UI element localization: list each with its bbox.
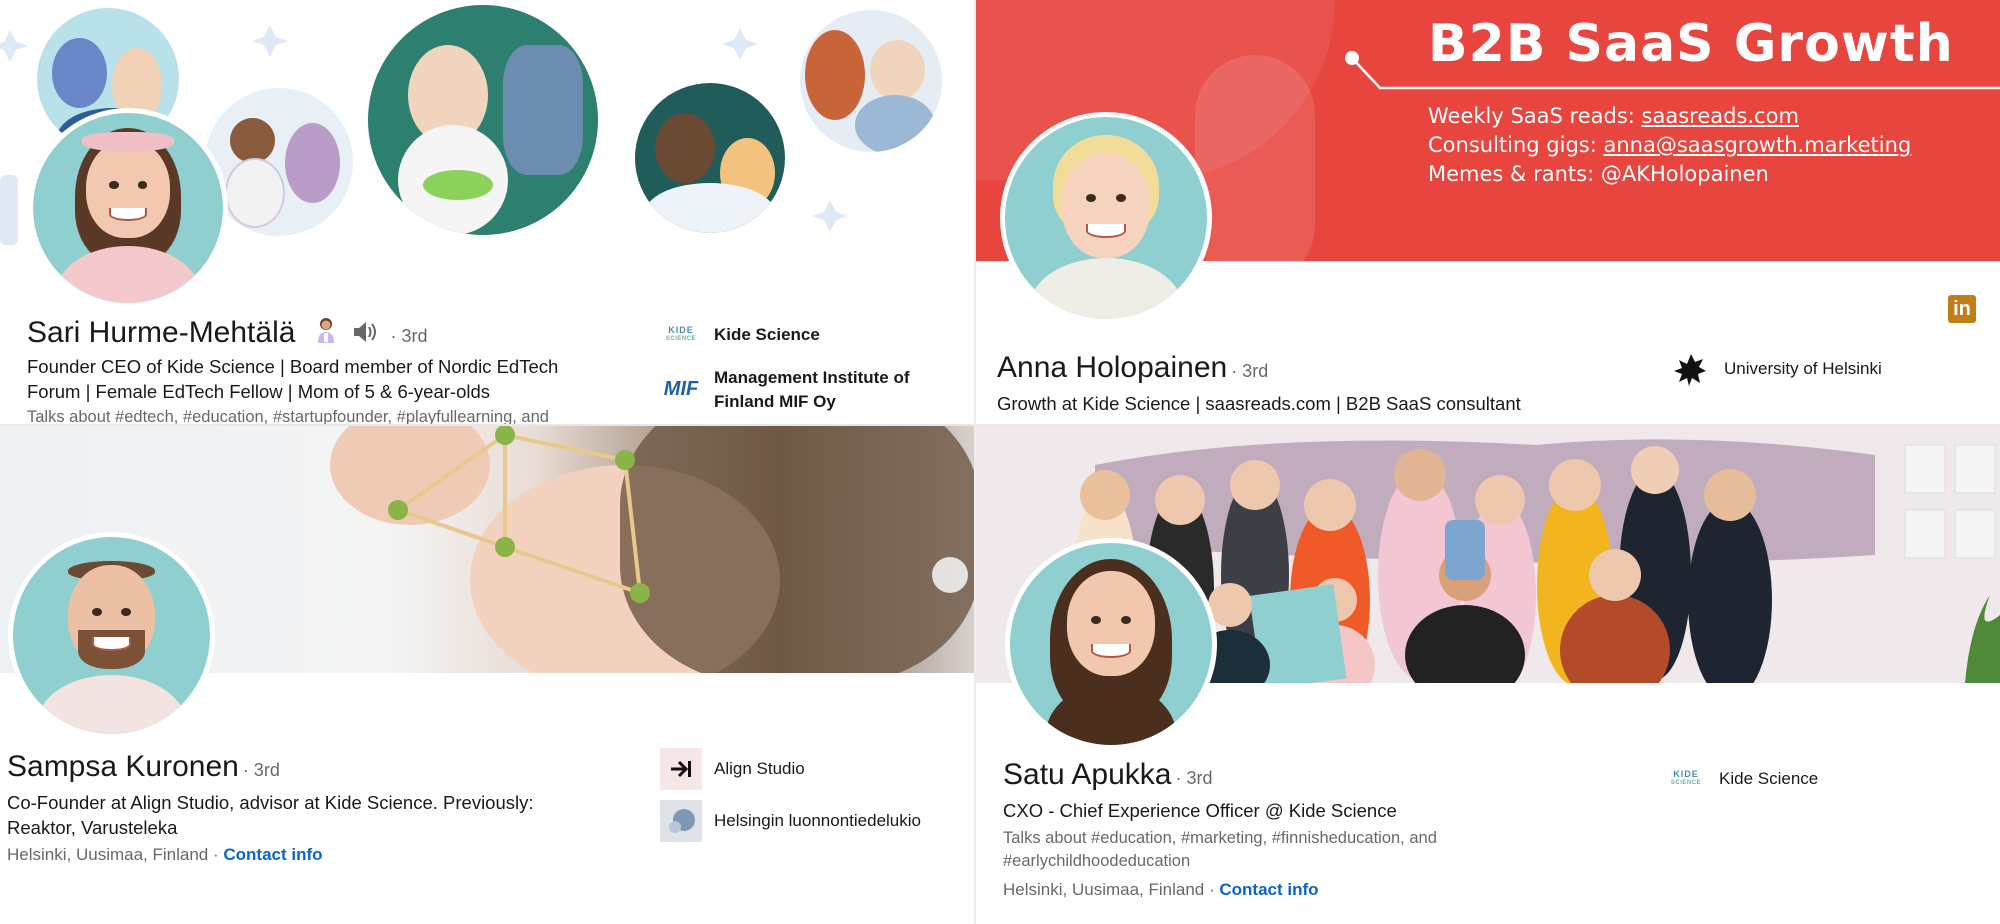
kide-logo-bottom: SCIENCE — [665, 336, 697, 342]
connection-degree: · 3rd — [1175, 768, 1213, 788]
connection-degree: · 3rd — [242, 760, 280, 780]
org-name: Management Institute of Finland MIF Oy — [714, 368, 910, 411]
linkedin-icon[interactable]: in — [1948, 295, 1976, 323]
kide-science-logo: KIDE SCIENCE — [660, 314, 702, 356]
kide-logo-top: KIDE — [668, 325, 694, 335]
connection-degree: · 3rd — [1231, 361, 1269, 381]
profile-photo[interactable] — [28, 108, 228, 308]
banner-title: B2B SaaS Growth — [1428, 14, 1954, 74]
org-mif[interactable]: MIF Management Institute of Finland MIF … — [660, 366, 934, 414]
panel-divider-vertical — [974, 0, 976, 924]
profile-card-anna: B2B SaaS Growth Weekly SaaS reads: saasr… — [975, 0, 2000, 425]
university-of-helsinki-logo — [1670, 348, 1712, 390]
scientist-emoji-icon — [314, 316, 338, 343]
org-align-studio[interactable]: Align Studio — [660, 748, 805, 790]
contact-info-link[interactable]: Contact info — [1219, 880, 1318, 899]
profile-photo[interactable] — [1000, 112, 1212, 324]
kide-logo-top: KIDE — [1673, 769, 1699, 779]
profile-talks-about: Talks about #edtech, #education, #startu… — [27, 408, 549, 425]
banner-text: Weekly SaaS reads: saasreads.com Consult… — [1428, 102, 1911, 189]
org-name: Helsingin luonnontiedelukio — [714, 811, 921, 830]
org-kide-science[interactable]: KIDE SCIENCE Kide Science — [660, 314, 820, 356]
profile-card-satu: Satu Apukka · 3rd CXO - Chief Experience … — [975, 425, 2000, 924]
profile-headline: Growth at Kide Science | saasreads.com |… — [997, 393, 1521, 414]
profile-photo[interactable] — [8, 532, 215, 739]
profile-headline: Founder CEO of Kide Science | Board memb… — [27, 356, 559, 402]
profile-talks-about: Talks about #education, #marketing, #fin… — [1003, 829, 1437, 870]
align-studio-logo — [660, 748, 702, 790]
org-name: Kide Science — [1719, 769, 1819, 788]
profile-headline: Co-Founder at Align Studio, advisor at K… — [7, 792, 534, 838]
banner-image-cartoon-kid — [800, 10, 942, 152]
contact-info-link[interactable]: Contact info — [223, 845, 322, 864]
location-text: Helsinki, Uusimaa, Finland · — [7, 845, 224, 864]
panel-divider-horizontal — [0, 424, 2000, 426]
mif-logo: MIF — [660, 368, 702, 410]
org-helsingin-luonnontiedelukio[interactable]: Helsingin luonnontiedelukio — [660, 800, 921, 842]
banner-link-saasreads[interactable]: saasreads.com — [1642, 104, 1799, 128]
profile-card-sampsa: Sampsa Kuronen · 3rd Co-Founder at Align … — [0, 425, 975, 924]
profile-photo[interactable] — [1005, 538, 1217, 750]
profile-name-text: Sampsa Kuronen — [7, 750, 239, 783]
org-kide-science[interactable]: KIDE SCIENCE Kide Science — [1665, 758, 1818, 800]
org-university-of-helsinki[interactable]: University of Helsinki — [1670, 348, 1882, 390]
profile-name: Anna Holopainen · 3rd — [997, 351, 1268, 385]
connection-degree: · 3rd — [390, 326, 428, 346]
profile-card-sari: Sari Hurme-Mehtälä · 3rd Founder CEO of … — [0, 0, 975, 425]
org-name: Align Studio — [714, 759, 805, 778]
profile-headline: CXO - Chief Experience Officer @ Kide Sc… — [1003, 800, 1397, 821]
banner-image-kid-experiment — [635, 83, 785, 233]
banner-image-girl-robot — [368, 5, 598, 235]
mif-logo-text: MIF — [663, 377, 699, 400]
location-text: Helsinki, Uusimaa, Finland · — [1003, 880, 1220, 899]
profile-name: Sampsa Kuronen · 3rd — [7, 750, 280, 784]
org-name: Kide Science — [714, 325, 820, 344]
banner-link-email[interactable]: anna@saasgrowth.marketing — [1603, 133, 1911, 157]
profile-location: Helsinki, Uusimaa, Finland · Contact inf… — [1003, 880, 1319, 900]
org-name: University of Helsinki — [1724, 359, 1882, 378]
banner-line3: Memes & rants: @AKHolopainen — [1428, 162, 1769, 186]
profile-location: Helsinki, Uusimaa, Finland · Contact inf… — [7, 845, 323, 865]
profile-name-text: Sari Hurme-Mehtälä — [27, 316, 296, 349]
profile-name: Satu Apukka · 3rd — [1003, 758, 1212, 792]
speaker-icon[interactable] — [352, 317, 378, 342]
profile-name: Sari Hurme-Mehtälä · 3rd — [27, 316, 427, 350]
banner-line2-label: Consulting gigs: — [1428, 133, 1604, 157]
helsingin-luonnontiedelukio-logo — [660, 800, 702, 842]
kide-logo-bottom: SCIENCE — [1670, 780, 1702, 786]
banner-line1-label: Weekly SaaS reads: — [1428, 104, 1642, 128]
kide-science-logo: KIDE SCIENCE — [1665, 758, 1707, 800]
profile-name-text: Satu Apukka — [1003, 758, 1172, 791]
profile-name-text: Anna Holopainen — [997, 351, 1228, 384]
